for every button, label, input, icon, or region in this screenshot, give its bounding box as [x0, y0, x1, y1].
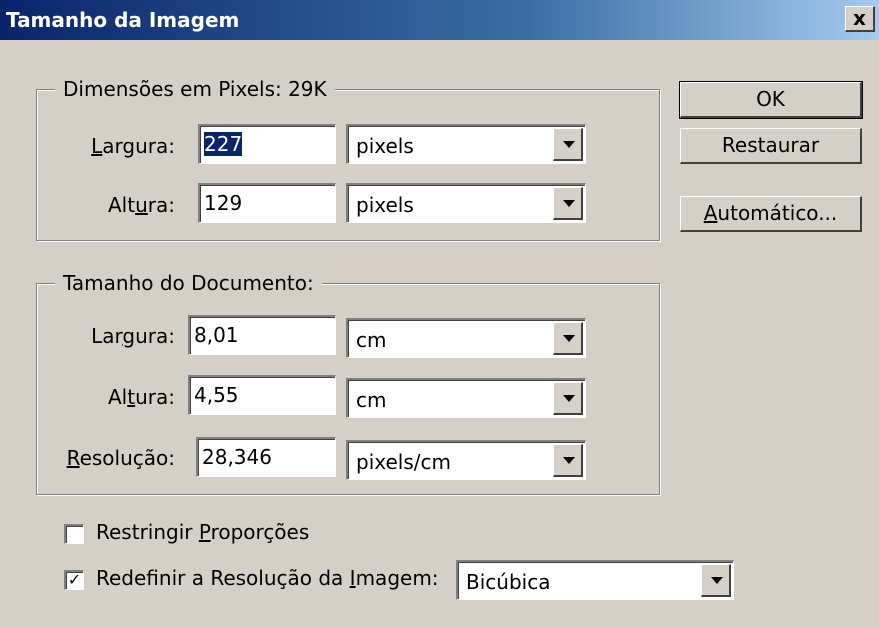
constrain-proportions-checkbox[interactable] [64, 524, 84, 544]
document-height-unit-select[interactable]: cm [346, 378, 586, 418]
close-icon: x [853, 6, 866, 30]
pixel-height-input[interactable]: 129 [198, 183, 336, 223]
resolution-label: Resolução: [66, 446, 175, 470]
resample-method-select[interactable]: Bicúbica [456, 560, 734, 600]
ok-label: OK [756, 87, 785, 111]
document-height-input[interactable]: 4,55 [188, 375, 336, 415]
resample-image-checkbox[interactable]: ✓ [64, 570, 84, 590]
document-height-value: 4,55 [194, 383, 239, 407]
pixel-width-input[interactable]: 227 [198, 124, 336, 164]
resolution-unit: pixels/cm [356, 450, 451, 474]
chevron-down-icon[interactable] [553, 187, 583, 220]
pixel-dimensions-legend: Dimensões em Pixels: 29K [55, 77, 335, 101]
document-width-input[interactable]: 8,01 [188, 315, 336, 355]
document-height-label: Altura: [108, 385, 175, 409]
close-button[interactable]: x [845, 6, 875, 32]
pixel-width-value: 227 [204, 132, 243, 156]
reset-button[interactable]: Restaurar [680, 128, 862, 164]
checkmark-icon: ✓ [67, 570, 82, 589]
constrain-proportions-label[interactable]: Restringir Proporções [96, 520, 309, 544]
document-width-unit: cm [356, 328, 387, 352]
chevron-down-icon[interactable] [553, 322, 583, 355]
chevron-down-icon[interactable] [553, 382, 583, 415]
pixel-height-unit-select[interactable]: pixels [346, 183, 586, 223]
pixel-width-unit: pixels [356, 134, 414, 158]
pixel-height-label: Altura: [108, 193, 175, 217]
chevron-down-icon[interactable] [701, 564, 731, 597]
ok-button[interactable]: OK [679, 81, 863, 119]
auto-label: Automático... [703, 201, 838, 225]
resolution-input[interactable]: 28,346 [196, 437, 336, 477]
resample-image-label[interactable]: Redefinir a Resolução da Imagem: [96, 566, 439, 590]
title-bar[interactable]: Tamanho da Imagem x [0, 0, 879, 40]
resolution-value: 28,346 [202, 445, 272, 469]
resolution-unit-select[interactable]: pixels/cm [346, 440, 586, 480]
pixel-width-label: Largura: [91, 134, 175, 158]
document-width-value: 8,01 [194, 323, 239, 347]
reset-label: Restaurar [721, 133, 820, 157]
pixel-height-value: 129 [204, 191, 243, 215]
chevron-down-icon[interactable] [553, 128, 583, 161]
document-size-legend: Tamanho do Documento: [55, 271, 322, 295]
resample-method: Bicúbica [466, 570, 551, 594]
dialog-title: Tamanho da Imagem [6, 8, 240, 32]
chevron-down-icon[interactable] [553, 444, 583, 477]
document-width-unit-select[interactable]: cm [346, 318, 586, 358]
document-width-label: Largura: [91, 324, 175, 348]
pixel-width-unit-select[interactable]: pixels [346, 124, 586, 164]
pixel-height-unit: pixels [356, 193, 414, 217]
auto-button[interactable]: Automático... [680, 196, 862, 232]
document-height-unit: cm [356, 388, 387, 412]
image-size-dialog: Tamanho da Imagem x Dimensões em Pixels:… [0, 0, 879, 628]
